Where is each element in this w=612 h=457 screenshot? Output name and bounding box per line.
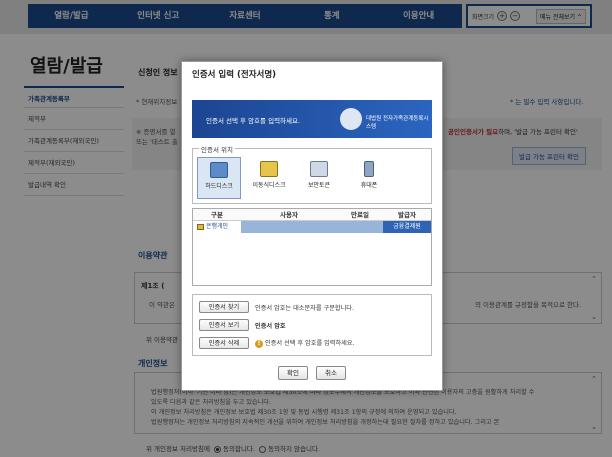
column-header: 만료일 [351,211,369,219]
column-header: 발급자 [398,211,416,219]
delete-row: 인증서 삭제 ! 인증서 선택 후 암호를 입력하세요. [199,337,355,349]
dialog-title: 인증서 입력 (전자서명) [192,70,277,80]
location-harddisk-button[interactable]: 하드디스크 [197,157,241,199]
location-token-button[interactable]: 보안토큰 [297,157,341,199]
security-token-icon [310,161,328,177]
location-label: 보안토큰 [307,182,331,189]
certificate-table: 구분 사용자 만료일 발급자 은행개인 금융결제원 [192,208,432,286]
warning-icon: ! [255,340,263,348]
phone-icon [364,161,374,177]
location-label: 이동식디스크 [252,182,286,189]
table-header: 구분 사용자 만료일 발급자 [193,209,431,221]
cert-location-legend: 인증서 위치 [199,144,235,154]
certificate-dialog: 인증서 입력 (전자서명) 인증서 선택 후 암호를 입력하세요. 대법원 전자… [181,61,443,391]
view-row: 인증서 보기 인증서 암호 [199,319,286,331]
cert-expiry-cell [337,221,383,233]
cert-actions-group: 인증서 찾기 인증서 암호는 대소문자를 구분합니다. 인증서 보기 인증서 암… [192,294,432,356]
table-row[interactable]: 은행개인 금융결제원 [193,221,431,233]
cert-type-cell: 은행개인 [193,221,241,233]
warning-text: 인증서 선택 후 암호를 입력하세요. [265,340,355,347]
location-phone-button[interactable]: 휴대폰 [347,157,391,199]
delete-cert-button[interactable]: 인증서 삭제 [199,337,249,349]
find-cert-button[interactable]: 인증서 찾기 [199,301,249,313]
case-sensitive-note: 인증서 암호는 대소문자를 구분합니다. [255,304,354,312]
banner-text: 인증서 선택 후 암호를 입력하세요. [206,117,301,125]
location-label: 하드디스크 [205,183,233,190]
cert-issuer-cell: 금융결제원 [383,221,431,233]
banner-org-text: 대법원 전자가족관계등록시스템 [366,116,429,130]
dialog-banner: 인증서 선택 후 암호를 입력하세요. 대법원 전자가족관계등록시스템 [192,100,432,138]
cert-user-cell [241,221,337,233]
column-header: 사용자 [280,211,298,219]
view-cert-button[interactable]: 인증서 보기 [199,319,249,331]
removable-disk-icon [260,161,278,177]
harddisk-icon [210,162,228,178]
password-label: 인증서 암호 [255,322,286,330]
find-row: 인증서 찾기 인증서 암호는 대소문자를 구분합니다. [199,301,354,313]
column-header: 구분 [211,211,223,219]
cancel-button[interactable]: 취소 [316,366,346,380]
location-label: 휴대폰 [360,182,378,189]
certificate-icon [197,223,204,230]
warning-message: ! 인증서 선택 후 암호를 입력하세요. [255,338,355,348]
cert-type-text: 은행개인 [206,223,229,230]
cert-location-group: 인증서 위치 하드디스크 이동식디스크 보안토큰 휴대폰 [192,144,432,204]
ok-button[interactable]: 확인 [278,366,308,380]
court-seal-icon [340,108,362,130]
location-removable-button[interactable]: 이동식디스크 [247,157,291,199]
